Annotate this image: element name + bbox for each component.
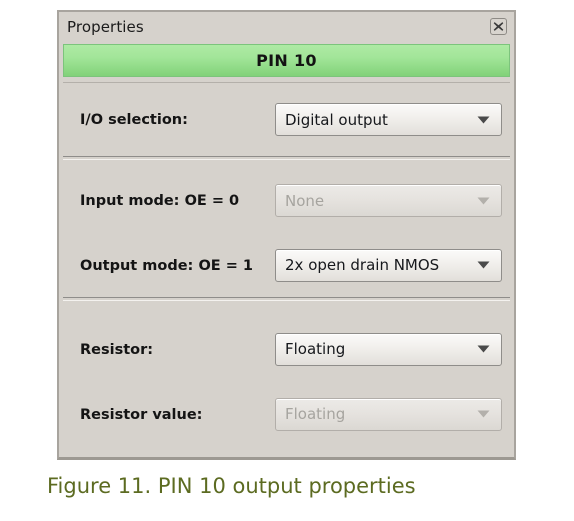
panel-title: Properties — [67, 18, 144, 36]
label-col: Resistor: — [80, 339, 275, 359]
figure-caption: Figure 11. PIN 10 output properties — [47, 474, 416, 498]
resistor-value-combobox[interactable]: Floating — [275, 397, 502, 431]
resistor-label: Resistor: — [80, 341, 154, 358]
input-mode-combobox[interactable]: None — [275, 184, 502, 217]
group-modes: Input mode: OE = 0 None Output mode: OE … — [63, 160, 510, 297]
resistor-value: Floating — [285, 340, 346, 358]
resistor-value-label: Resistor value: — [80, 406, 203, 423]
chevron-down-icon — [477, 250, 490, 281]
io-selection-combobox[interactable]: Digital output — [275, 103, 502, 136]
input-mode-value: None — [285, 191, 325, 210]
output-mode-sublabel: OE = 1 — [198, 257, 254, 274]
resistor-combobox[interactable]: Floating — [275, 332, 502, 366]
close-button[interactable] — [490, 18, 507, 35]
label-col: Input mode: OE = 0 — [80, 190, 275, 210]
close-icon — [493, 21, 504, 32]
pin-header: PIN 10 — [63, 44, 510, 77]
row-input-mode: Input mode: OE = 0 None — [63, 160, 510, 233]
resistor-value-field: Floating — [285, 405, 346, 423]
row-io-selection: I/O selection: Digital output — [63, 83, 510, 156]
io-selection-label: I/O selection: — [80, 112, 188, 129]
input-mode-sublabel: OE = 0 — [184, 193, 240, 210]
io-selection-value: Digital output — [285, 110, 388, 129]
panel-body: I/O selection: Digital output Input mode… — [63, 82, 510, 451]
input-mode-label: Input mode: — [80, 193, 180, 210]
label-col: Resistor value: — [80, 404, 275, 424]
chevron-down-icon — [477, 104, 490, 135]
chevron-down-icon — [477, 185, 490, 216]
group-resistor: Resistor: Floating Resistor value: Float… — [63, 301, 510, 443]
row-resistor: Resistor: Floating — [63, 301, 510, 385]
row-output-mode: Output mode: OE = 1 2x open drain NMOS — [63, 233, 510, 297]
label-col: I/O selection: — [80, 109, 275, 129]
chevron-down-icon — [477, 334, 490, 365]
output-mode-label: Output mode: — [80, 257, 194, 274]
pin-header-label: PIN 10 — [256, 51, 317, 70]
panel-titlebar: Properties — [59, 12, 514, 44]
label-col: Output mode: OE = 1 — [80, 255, 275, 275]
chevron-down-icon — [477, 399, 490, 430]
properties-panel: Properties PIN 10 I/O selection: Digital… — [57, 10, 516, 460]
output-mode-value: 2x open drain NMOS — [285, 256, 440, 274]
row-resistor-value: Resistor value: Floating — [63, 385, 510, 443]
output-mode-combobox[interactable]: 2x open drain NMOS — [275, 248, 502, 282]
group-io-selection: I/O selection: Digital output — [63, 83, 510, 156]
